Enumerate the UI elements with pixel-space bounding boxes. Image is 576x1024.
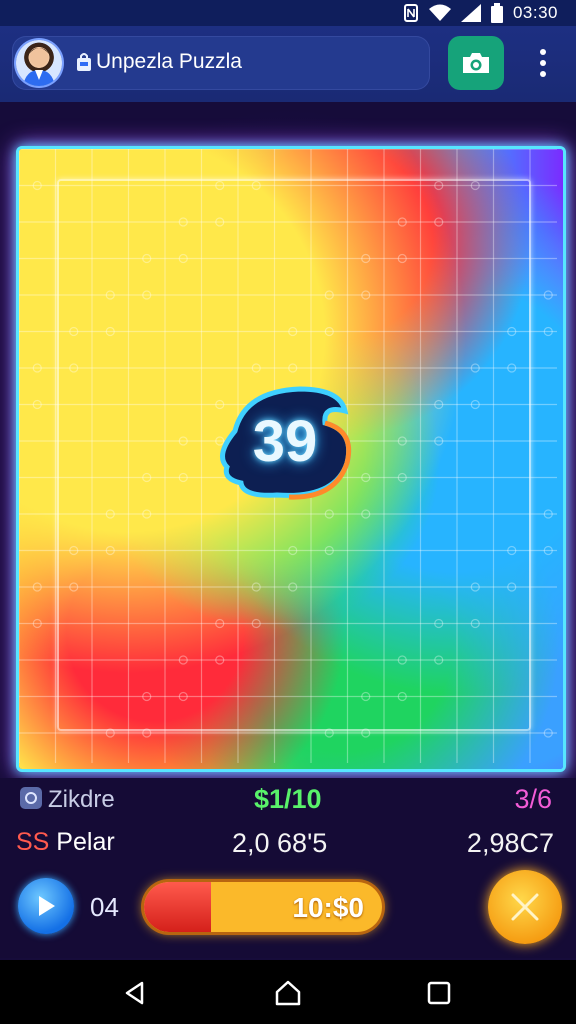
- stat-value-1: $1/10: [254, 784, 322, 814]
- progress-fill: [144, 882, 211, 932]
- progress-bar: 10:$0: [144, 882, 382, 932]
- close-icon: [511, 893, 539, 921]
- stat-value-2: 2,0 68'5: [232, 828, 328, 858]
- home-button[interactable]: [271, 976, 305, 1010]
- app-bar: Unpezla Puzzla: [0, 26, 576, 104]
- camera-button[interactable]: [448, 36, 504, 90]
- more-vert-icon[interactable]: [532, 46, 554, 80]
- battery-icon: [490, 3, 503, 23]
- stat-label-2-suffix: Pelar: [49, 828, 115, 856]
- level-indicator: 04: [90, 892, 119, 922]
- play-icon: [39, 896, 55, 916]
- play-button[interactable]: [18, 878, 74, 934]
- camera-icon: [463, 53, 489, 73]
- puzzle-board[interactable]: 39: [16, 146, 566, 772]
- back-icon: [125, 981, 144, 1005]
- score-icon: [20, 787, 42, 809]
- menu-dot: [540, 59, 546, 66]
- stat-label-2: SS Pelar: [16, 828, 115, 857]
- stat-right-1: 3/6: [514, 784, 552, 814]
- center-badge[interactable]: 39: [205, 371, 365, 511]
- menu-dot: [540, 48, 546, 55]
- status-bar: 03:30: [0, 0, 576, 26]
- close-button[interactable]: [488, 870, 562, 944]
- back-button[interactable]: [118, 976, 152, 1010]
- nfc-icon: [403, 4, 418, 22]
- title-pill[interactable]: Unpezla Puzzla: [12, 36, 430, 90]
- bag-icon: [77, 53, 91, 71]
- app-title: Unpezla Puzzla: [96, 50, 242, 73]
- center-number: 39: [252, 408, 318, 474]
- menu-dot: [540, 71, 546, 78]
- stat-label-1: Zikdre: [48, 786, 115, 813]
- signal-icon: [460, 4, 481, 22]
- status-icons: 03:30: [403, 3, 558, 23]
- home-icon: [275, 980, 301, 1006]
- board-area: 39: [0, 102, 576, 778]
- nav-bar: [0, 960, 576, 1024]
- recents-button[interactable]: [422, 976, 456, 1010]
- stat-right-2: 2,98C7: [466, 828, 554, 858]
- stats-panel: Zikdre $1/10 3/6 SS Pelar 2,0 68'5 2,98C…: [0, 778, 576, 958]
- avatar[interactable]: [16, 40, 62, 86]
- status-time: 03:30: [512, 3, 558, 22]
- recents-icon: [427, 981, 451, 1005]
- stat-label-2-prefix: SS: [16, 828, 50, 856]
- progress-label: 10:$0: [292, 892, 364, 923]
- wifi-icon: [428, 4, 451, 21]
